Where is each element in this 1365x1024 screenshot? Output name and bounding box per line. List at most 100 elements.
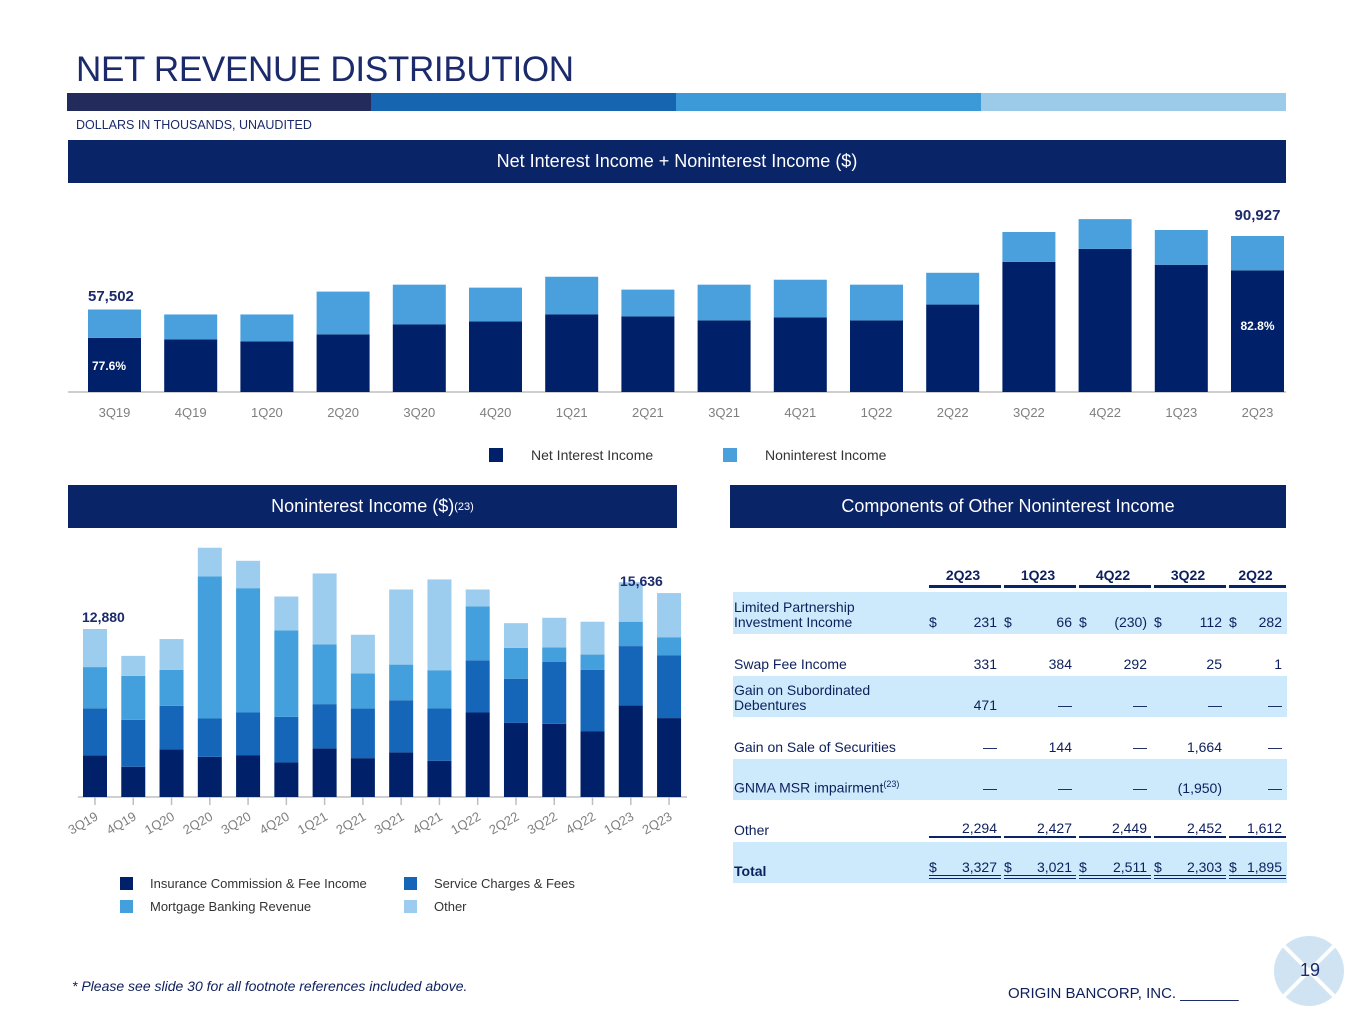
bar-net-interest-income [1002, 261, 1056, 392]
bar-segment-insurance-commission-fee-income [580, 731, 605, 797]
cell-value: 2,294 [961, 820, 997, 836]
cell-value: 1,895 [1246, 859, 1282, 875]
bar-segment-service-charges-fees [312, 704, 337, 749]
x-tick-label: 2Q20 [180, 809, 215, 838]
x-tick-label: 3Q20 [219, 809, 254, 838]
column-header: 2Q23 [929, 567, 1001, 588]
legend-label: Mortgage Banking Revenue [150, 899, 312, 914]
table-cell: (1,950) [1154, 780, 1226, 796]
footnote-ref: (23) [883, 779, 900, 790]
bar-noninterest-income [1002, 231, 1056, 262]
bar-segment-other [503, 623, 528, 648]
x-tick-label: 4Q22 [563, 809, 598, 838]
row-label-text: Other [734, 822, 770, 838]
total-label: 15,636 [620, 573, 663, 589]
table-cell: 2,449 [1079, 820, 1151, 838]
currency-symbol: $ [929, 859, 937, 875]
table-title: Components of Other Noninterest Income [841, 496, 1175, 516]
top-chart-title: Net Interest Income + Noninterest Income… [496, 151, 858, 171]
page-title: NET REVENUE DISTRIBUTION [76, 50, 574, 89]
table-cell: — [1079, 697, 1151, 713]
bar-noninterest-income [926, 272, 980, 305]
table-cell: 2,452 [1154, 820, 1226, 838]
percent-label: 77.6% [92, 359, 126, 373]
table-cell: — [1004, 697, 1076, 713]
currency-symbol: $ [1079, 614, 1087, 630]
bar-segment-service-charges-fees [389, 700, 414, 753]
x-tick-label: 4Q20 [257, 809, 292, 838]
table-cell: 144 [1004, 739, 1076, 755]
noninterest-income-chart: 3Q19 4Q19 1Q20 2Q20 3Q20 4Q20 1Q21 2Q21 3Q21 4Q21… [65, 547, 687, 838]
cell-value: (230) [1114, 614, 1147, 630]
x-tick-label: 1Q21 [556, 405, 588, 420]
row-label-text: Gain on Sale of Securities [734, 739, 896, 755]
table-cell: 2,427 [1004, 820, 1076, 838]
bar-noninterest-income [164, 314, 218, 340]
table-cell: $66 [1004, 614, 1076, 630]
bar-segment-mortgage-banking-revenue [427, 670, 452, 709]
bar-noninterest-income [1078, 219, 1132, 249]
bar-noninterest-income [88, 309, 141, 338]
cell-value: 2,303 [1186, 859, 1222, 875]
bar-segment-other [159, 639, 184, 670]
table-row: Other 2,294 2,427 2,449 2,452 1,612 [733, 800, 1287, 842]
bar-segment-service-charges-fees [274, 716, 299, 763]
table-cell: — [1079, 739, 1151, 755]
total-label: 12,880 [82, 609, 125, 625]
bar-segment-service-charges-fees [121, 719, 146, 767]
x-tick-label: 4Q21 [784, 405, 816, 420]
bar-segment-other [465, 589, 490, 607]
cell-value: (1,950) [1177, 780, 1222, 796]
column-header: 1Q23 [1004, 567, 1076, 588]
company-name: ORIGIN BANCORP, INC. _______ [1008, 985, 1239, 1002]
table-cell: — [929, 780, 1001, 796]
bar-segment-insurance-commission-fee-income [121, 766, 146, 797]
x-tick-label: 1Q22 [448, 809, 483, 838]
row-label: GNMA MSR impairment(23) [733, 777, 926, 796]
x-tick-label: 1Q20 [142, 809, 177, 838]
cell-value: — [1058, 780, 1072, 796]
bar-segment-service-charges-fees [503, 678, 528, 723]
noninterest-chart-title: Noninterest Income ($) [271, 496, 455, 516]
table-cell: — [1079, 780, 1151, 796]
stripe-segment [981, 93, 1286, 111]
bar-noninterest-income [697, 284, 751, 321]
bar-segment-service-charges-fees [465, 660, 490, 713]
x-tick-label: 3Q19 [99, 405, 131, 420]
column-header: 4Q22 [1079, 567, 1151, 588]
bar-segment-mortgage-banking-revenue [274, 630, 299, 717]
x-tick-label: 1Q20 [251, 405, 283, 420]
column-header: 2Q22 [1229, 567, 1286, 588]
bar-segment-other [389, 589, 414, 665]
legend-label: Other [434, 899, 467, 914]
cell-value: 331 [973, 656, 997, 672]
cell-value: — [983, 780, 997, 796]
bar-segment-insurance-commission-fee-income [657, 718, 682, 797]
footnote-ref: (23) [454, 500, 474, 513]
legend-swatch-net-interest-income [489, 448, 503, 462]
x-tick-label: 4Q21 [410, 809, 445, 838]
bar-segment-insurance-commission-fee-income [465, 712, 490, 797]
bar-noninterest-income [850, 284, 903, 321]
x-tick-label: 3Q19 [65, 809, 100, 838]
bar-segment-insurance-commission-fee-income [503, 722, 528, 797]
bar-segment-insurance-commission-fee-income [236, 755, 261, 797]
bar-segment-insurance-commission-fee-income [542, 723, 567, 797]
table-cell: $2,303 [1154, 859, 1226, 879]
bar-noninterest-income [392, 284, 446, 325]
bar-segment-mortgage-banking-revenue [503, 647, 528, 679]
cell-value: 144 [1048, 739, 1072, 755]
bar-net-interest-income [1078, 248, 1132, 392]
x-tick-label: 3Q22 [1013, 405, 1045, 420]
footnote: * Please see slide 30 for all footnote r… [72, 978, 468, 994]
bar-noninterest-income [621, 289, 675, 317]
table-header-row: 2Q23 1Q23 4Q22 3Q22 2Q22 [733, 560, 1287, 592]
bar-net-interest-income [773, 317, 827, 392]
table-cell: $282 [1229, 614, 1286, 630]
noninterest-chart-header: Noninterest Income ($) (23) [68, 485, 677, 528]
bar-segment-insurance-commission-fee-income [389, 752, 414, 797]
bar-net-interest-income [850, 320, 903, 392]
x-tick-label: 2Q21 [632, 405, 664, 420]
bar-segment-other [350, 634, 375, 674]
table-cell: — [1004, 780, 1076, 796]
